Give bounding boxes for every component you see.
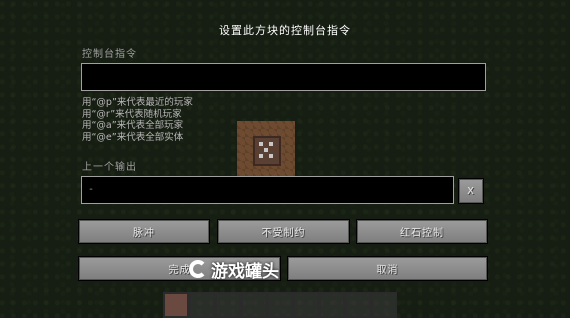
- help-line: 用“@p”来代表最近的玩家: [82, 97, 193, 108]
- command-block-face: [253, 136, 281, 166]
- help-line: 用“@a”来代表全部玩家: [82, 120, 184, 131]
- dialog-title: 设置此方块的控制台指令: [219, 24, 351, 37]
- help-line: 用“@e”来代表全部实体: [82, 131, 184, 143]
- unconditional-button[interactable]: 不受制约: [217, 219, 350, 244]
- cancel-button[interactable]: 取消: [287, 256, 488, 281]
- previous-output-label: 上一个输出: [82, 162, 137, 173]
- watermark: 游戏罐头: [189, 256, 279, 282]
- hotbar-slot[interactable]: [319, 292, 345, 318]
- hotbar-slot[interactable]: [293, 292, 319, 318]
- output-toggle-button[interactable]: X: [458, 178, 484, 204]
- impulse-button[interactable]: 脉冲: [78, 219, 210, 244]
- selector-help: 用“@p”来代表最近的玩家 用“@r”来代表随机玩家 用“@a”来代表全部玩家 …: [82, 97, 193, 143]
- help-line: 用“@r”来代表随机玩家: [82, 108, 182, 120]
- hotbar-slot[interactable]: [163, 292, 189, 318]
- watermark-text: 游戏罐头: [211, 261, 279, 282]
- command-input[interactable]: [81, 63, 486, 91]
- previous-output-field: -: [81, 176, 454, 204]
- hotbar-slot[interactable]: [215, 292, 241, 318]
- hotbar-slot[interactable]: [345, 292, 371, 318]
- hotbar: [163, 292, 397, 318]
- hotbar-slot[interactable]: [267, 292, 293, 318]
- redstone-control-button[interactable]: 红石控制: [356, 219, 488, 244]
- watermark-logo-icon: [189, 260, 207, 278]
- command-label: 控制台指令: [82, 49, 137, 60]
- hotbar-slot[interactable]: [189, 292, 215, 318]
- hotbar-slot[interactable]: [371, 292, 397, 318]
- hotbar-slot[interactable]: [241, 292, 267, 318]
